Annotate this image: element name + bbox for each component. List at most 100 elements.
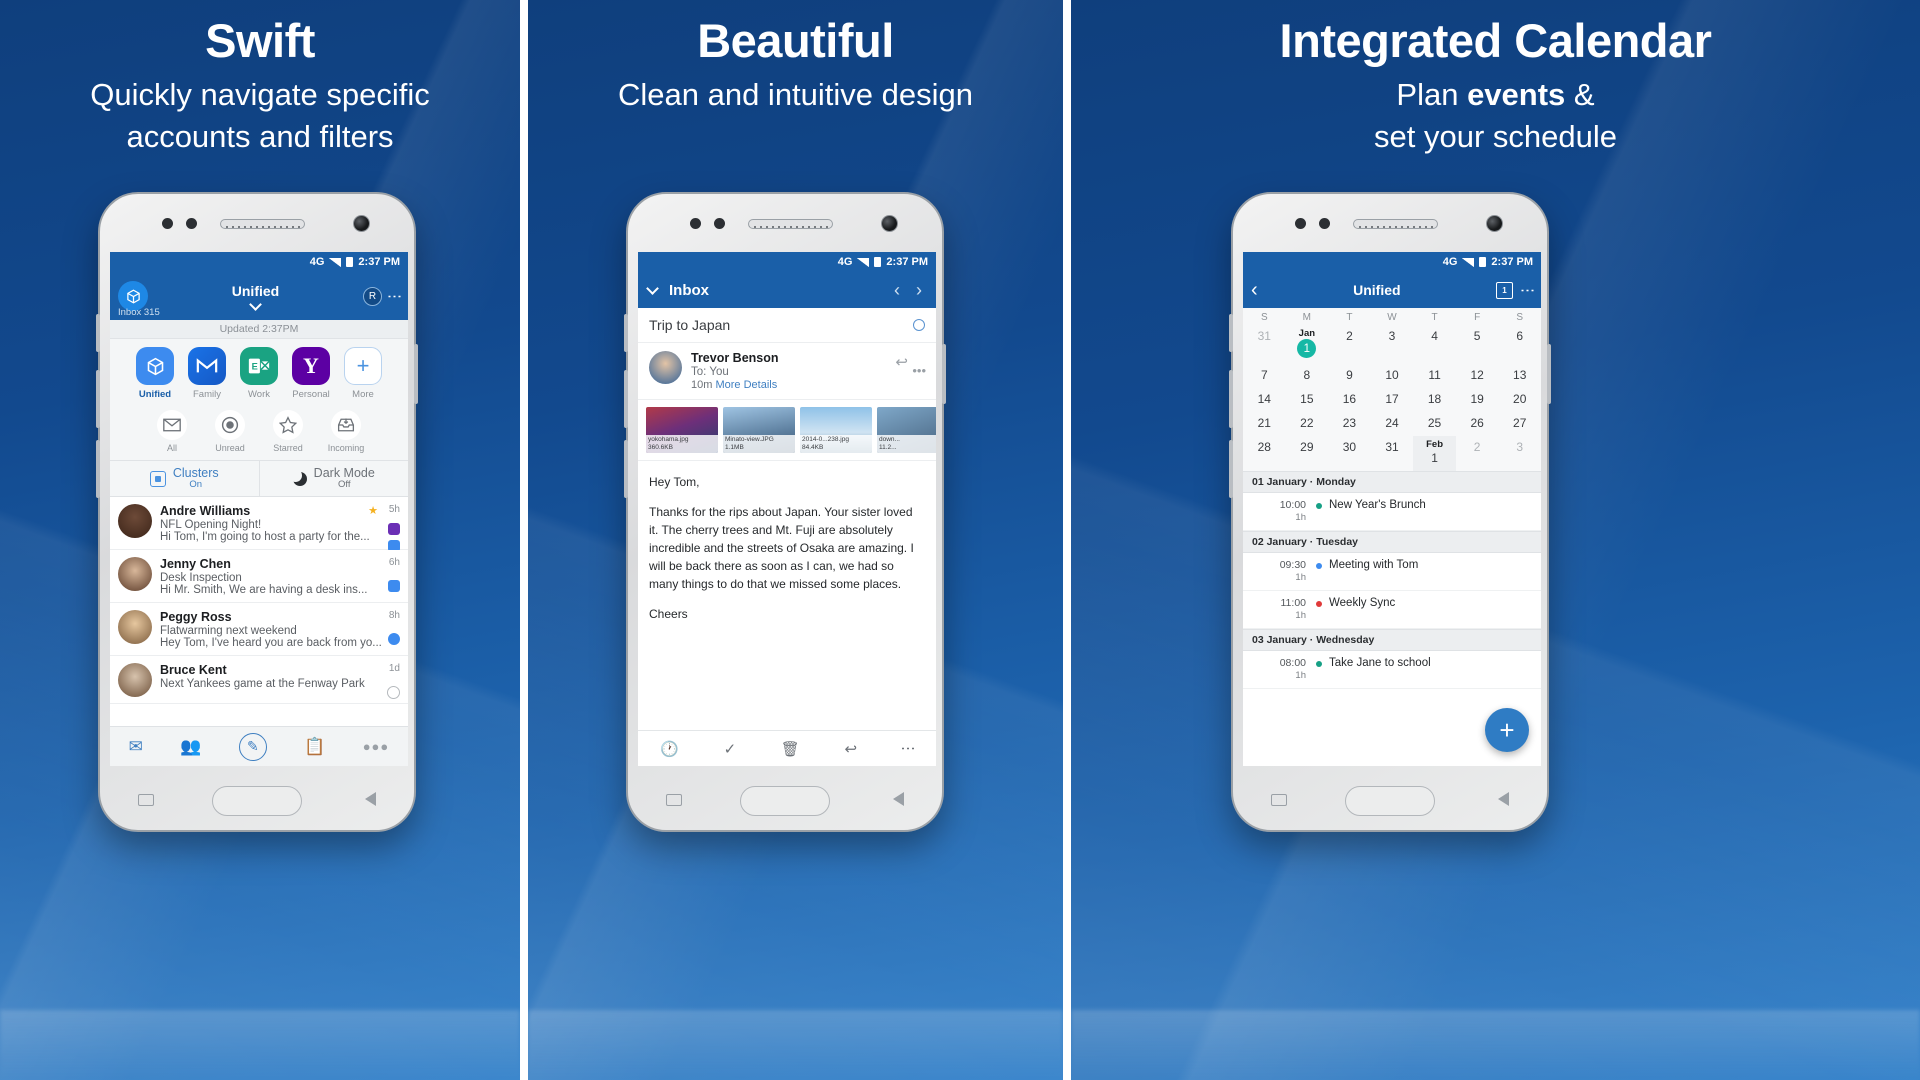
reply-all-icon[interactable]: ↩: [844, 740, 857, 758]
calendar-day-cell[interactable]: 18: [1413, 388, 1456, 412]
attachment-thumb[interactable]: yokohama.jpg 360.6KB: [646, 407, 718, 453]
calendar-day-cell[interactable]: 31: [1243, 325, 1286, 364]
more-dots-icon[interactable]: ●●●: [363, 739, 390, 754]
calendar-day-cell[interactable]: 29: [1286, 436, 1329, 470]
calendar-day-cell[interactable]: 27: [1498, 412, 1541, 436]
overflow-icon[interactable]: ⋮: [900, 741, 917, 756]
recents-button[interactable]: [138, 794, 154, 806]
calendar-day-cell[interactable]: 20: [1498, 388, 1541, 412]
calendar-day-cell[interactable]: 9: [1328, 364, 1371, 388]
back-button[interactable]: ‹: [1251, 279, 1258, 302]
calendar-day-cell[interactable]: 14: [1243, 388, 1286, 412]
unread-indicator[interactable]: [913, 319, 925, 331]
next-message-button[interactable]: ›: [910, 280, 928, 301]
clusters-toggle[interactable]: Clusters On: [110, 461, 259, 496]
snooze-icon[interactable]: 🕐: [660, 740, 679, 758]
filter-unread[interactable]: Unread: [207, 410, 253, 453]
account-tag: [388, 580, 400, 593]
calendar-day-cell[interactable]: 26: [1456, 412, 1499, 436]
agenda-event[interactable]: 11:00 1h Weekly Sync: [1243, 591, 1541, 629]
add-event-button[interactable]: +: [1485, 708, 1529, 752]
day-number: 23: [1342, 416, 1357, 431]
calendar-icon[interactable]: 1: [1496, 281, 1513, 299]
calendar-day-cell[interactable]: 13: [1498, 364, 1541, 388]
home-button[interactable]: [740, 786, 830, 816]
calendar-day-cell[interactable]: 21: [1243, 412, 1286, 436]
account-chip-personal[interactable]: Y Personal: [289, 347, 333, 400]
calendar-day-cell[interactable]: 11: [1413, 364, 1456, 388]
filter-all[interactable]: All: [149, 410, 195, 453]
people-icon[interactable]: 👥: [180, 737, 201, 757]
reply-icon[interactable]: ↩: [895, 353, 908, 371]
filter-label: All: [166, 443, 177, 453]
calendar-day-cell[interactable]: 7: [1243, 364, 1286, 388]
preview: Hey Tom, I've heard you are back from yo…: [160, 637, 382, 650]
table-row[interactable]: Jenny Chen Desk Inspection Hi Mr. Smith,…: [110, 550, 408, 604]
recents-button[interactable]: [1271, 794, 1287, 806]
calendar-day-cell[interactable]: 30: [1328, 436, 1371, 470]
dark-mode-toggle[interactable]: Dark Mode Off: [258, 461, 409, 497]
calendar-day-cell[interactable]: 15: [1286, 388, 1329, 412]
mail-icon[interactable]: ✉: [129, 737, 143, 757]
filter-incoming[interactable]: Incoming: [323, 410, 369, 453]
calendar-day-cell[interactable]: 5: [1456, 325, 1499, 364]
calendar-day-cell[interactable]: 31: [1371, 436, 1414, 470]
back-button[interactable]: [1498, 792, 1509, 806]
overflow-menu-button[interactable]: ⋮: [1519, 283, 1536, 298]
clipboard-icon[interactable]: 📋: [304, 737, 325, 757]
calendar-day-cell[interactable]: 10: [1371, 364, 1414, 388]
calendar-day-cell[interactable]: 25: [1413, 412, 1456, 436]
calendar-day-cell[interactable]: 2: [1456, 436, 1499, 470]
unread-indicator[interactable]: [387, 686, 400, 700]
attachment-thumb[interactable]: down... 11.2...: [877, 407, 936, 453]
calendar-day-cell[interactable]: 17: [1371, 388, 1414, 412]
account-chip-family[interactable]: Family: [185, 347, 229, 400]
account-chip-more[interactable]: + More: [341, 347, 385, 400]
overflow-menu-button[interactable]: ⋮: [386, 289, 403, 304]
table-row[interactable]: Andre Williams NFL Opening Night! Hi Tom…: [110, 497, 408, 553]
star-icon[interactable]: ★: [368, 504, 378, 517]
calendar-day-cell[interactable]: 16: [1328, 388, 1371, 412]
avatar[interactable]: R: [363, 286, 382, 306]
trash-icon[interactable]: 🗑: [781, 740, 800, 758]
account-chip-work[interactable]: E Work: [237, 347, 281, 400]
prev-message-button[interactable]: ‹: [888, 280, 906, 301]
mailbox-title: Inbox: [669, 281, 709, 299]
account-switcher[interactable]: Unified: [148, 283, 363, 311]
table-row[interactable]: Bruce Kent Next Yankees game at the Fenw…: [110, 656, 408, 705]
overflow-menu-button[interactable]: •••: [912, 363, 926, 378]
check-icon[interactable]: ✓: [724, 740, 737, 758]
filter-starred[interactable]: Starred: [265, 410, 311, 453]
calendar-day-cell[interactable]: 6: [1498, 325, 1541, 364]
home-button[interactable]: [212, 786, 302, 816]
calendar-day-cell[interactable]: 8: [1286, 364, 1329, 388]
agenda-event[interactable]: 10:00 1h New Year's Brunch: [1243, 493, 1541, 531]
signal-icon: [857, 257, 870, 267]
back-button[interactable]: [893, 792, 904, 806]
back-button[interactable]: [365, 792, 376, 806]
calendar-day-cell[interactable]: 2: [1328, 325, 1371, 364]
chevron-down-icon[interactable]: [646, 282, 659, 295]
calendar-day-cell[interactable]: 3: [1371, 325, 1414, 364]
agenda-event[interactable]: 08:00 1h Take Jane to school: [1243, 651, 1541, 689]
more-details-link[interactable]: More Details: [715, 379, 777, 391]
table-row[interactable]: Peggy Ross Flatwarming next weekend Hey …: [110, 603, 408, 657]
attachment-thumb[interactable]: 2014-0...238.jpg 84.4KB: [800, 407, 872, 453]
calendar-day-cell[interactable]: 22: [1286, 412, 1329, 436]
calendar-day-cell[interactable]: 12: [1456, 364, 1499, 388]
home-button[interactable]: [1345, 786, 1435, 816]
compose-icon[interactable]: ✎: [238, 732, 267, 761]
recents-button[interactable]: [666, 794, 682, 806]
attachment-thumb[interactable]: Minato-view.JPG 1.1MB: [723, 407, 795, 453]
calendar-day-cell[interactable]: 4: [1413, 325, 1456, 364]
calendar-day-cell[interactable]: 3: [1498, 436, 1541, 470]
agenda-event[interactable]: 09:30 1h Meeting with Tom: [1243, 553, 1541, 591]
calendar-day-cell[interactable]: Jan 1: [1286, 325, 1329, 364]
calendar-day-cell[interactable]: 24: [1371, 412, 1414, 436]
calendar-day-cell[interactable]: 23: [1328, 412, 1371, 436]
calendar-day-cell[interactable]: 28: [1243, 436, 1286, 470]
event-duration: 1h: [1295, 670, 1306, 681]
account-chip-unified[interactable]: Unified: [133, 347, 177, 400]
calendar-day-cell[interactable]: 19: [1456, 388, 1499, 412]
calendar-day-cell[interactable]: Feb 1: [1413, 436, 1456, 471]
